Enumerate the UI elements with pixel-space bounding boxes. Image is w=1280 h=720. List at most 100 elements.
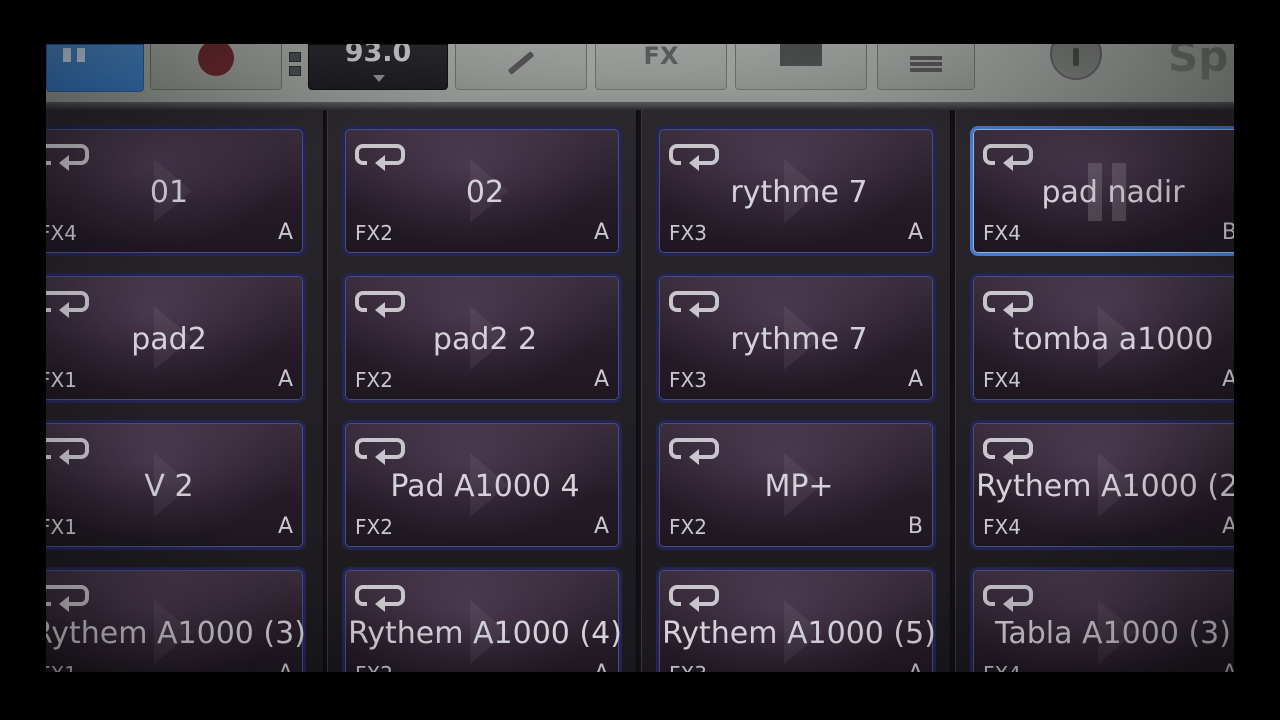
pad-name: 02: [465, 175, 505, 210]
pad-bank-label: A: [907, 220, 923, 245]
pad-name: Rythem A1000 (2): [976, 469, 1234, 504]
toolbar-divider: [46, 102, 1234, 110]
loop-icon: [46, 435, 91, 465]
loop-icon: [46, 582, 91, 612]
pad-name: Tabla A1000 (3): [995, 616, 1231, 651]
pad[interactable]: MP+ FX2 B: [656, 420, 936, 550]
pad[interactable]: rythme 7 FX3 A: [656, 273, 936, 403]
pad-bank-label: A: [1222, 661, 1234, 672]
pad-name: V 2: [144, 469, 194, 504]
loop-icon: [46, 288, 91, 318]
pad[interactable]: tomba a1000 FX4 A: [970, 273, 1234, 403]
pad-fx-label: FX3: [669, 221, 707, 245]
pad[interactable]: pad nadir FX4 B: [970, 126, 1234, 256]
pad-fx-label: FX3: [669, 662, 707, 672]
pad[interactable]: Rythem A1000 (5) FX3 A: [656, 567, 936, 672]
pad-name: Rythem A1000 (5): [662, 616, 936, 651]
pad-bank-label: A: [277, 367, 293, 392]
pad-grid: 01 FX4 A 02 FX2 Arythme 7 FX3 Apad nadir FX4 Bpad…: [46, 110, 1234, 672]
pad-bank-label: A: [593, 220, 609, 245]
stop-icon: [780, 44, 822, 66]
pad[interactable]: pad2 2 FX2 A: [342, 273, 622, 403]
pause-icon: [63, 48, 71, 62]
pad-bank-label: A: [1221, 514, 1234, 539]
view-toggle[interactable]: [289, 52, 301, 82]
pad-bank-label: A: [908, 661, 923, 672]
fx-button[interactable]: FX: [595, 44, 727, 90]
pad-bank-label: A: [277, 220, 293, 245]
pad-name: tomba a1000: [1012, 322, 1214, 357]
pad-name: rythme 7: [730, 175, 868, 210]
loop-icon: [669, 435, 721, 465]
pause-icon-bar: [77, 48, 85, 62]
pad-bank-label: A: [594, 661, 609, 672]
pad[interactable]: V 2 FX1 A: [46, 420, 306, 550]
loop-icon: [355, 288, 407, 318]
chevron-down-icon: [373, 75, 385, 82]
pad-bank-label: A: [278, 661, 293, 672]
info-button[interactable]: [1050, 44, 1102, 80]
pad-name: MP+: [764, 469, 834, 504]
tempo-control[interactable]: 93.0: [308, 44, 448, 90]
loop-icon: [355, 582, 407, 612]
pad[interactable]: rythme 7 FX3 A: [656, 126, 936, 256]
loop-icon: [355, 141, 407, 171]
toolbar: 93.0 FX Sp: [46, 44, 1234, 110]
pad-fx-label: FX2: [355, 515, 393, 539]
pad-name: Rythem A1000 (3): [46, 616, 306, 651]
info-icon: [1073, 48, 1079, 66]
loop-icon: [983, 435, 1035, 465]
pad[interactable]: Pad A1000 4 FX2 A: [342, 420, 622, 550]
loop-icon: [669, 582, 721, 612]
pad-bank-label: A: [593, 367, 609, 392]
pad[interactable]: Rythem A1000 (2) FX4 A: [970, 420, 1234, 550]
pad[interactable]: Tabla A1000 (3) FX4 A: [970, 567, 1234, 672]
pad-fx-label: FX4: [983, 662, 1021, 672]
pad-fx-label: FX2: [669, 515, 707, 539]
pad-name: pad2: [131, 322, 207, 357]
pad-fx-label: FX4: [983, 221, 1021, 245]
pad-fx-label: FX3: [669, 368, 707, 392]
pad-bank-label: A: [1221, 367, 1234, 392]
pad-name: Rythem A1000 (4): [348, 616, 622, 651]
pad-name: 01: [149, 175, 189, 210]
pad-fx-label: FX4: [46, 221, 77, 245]
loop-icon: [983, 288, 1035, 318]
pencil-icon: [507, 50, 535, 75]
pause-button[interactable]: [46, 44, 144, 92]
menu-button[interactable]: [877, 44, 975, 90]
pad-name: pad2 2: [432, 322, 538, 357]
pad-fx-label: FX2: [355, 662, 393, 672]
pad[interactable]: 02 FX2 A: [342, 126, 622, 256]
record-button[interactable]: [150, 44, 282, 90]
pad-name: pad nadir: [1041, 175, 1185, 210]
pad-fx-label: FX4: [983, 368, 1021, 392]
stop-button[interactable]: [735, 44, 867, 90]
loop-icon: [669, 141, 721, 171]
pad[interactable]: Rythem A1000 (3) FX1 A: [46, 567, 306, 672]
toggle-segment-icon: [289, 66, 301, 76]
pad-bank-label: B: [1221, 220, 1234, 245]
loop-icon: [669, 288, 721, 318]
loop-icon: [983, 582, 1035, 612]
loop-icon: [355, 435, 407, 465]
pad-name: rythme 7: [730, 322, 868, 357]
pad-fx-label: FX2: [355, 221, 393, 245]
pad-bank-label: A: [277, 514, 293, 539]
pad-name: Pad A1000 4: [390, 469, 580, 504]
pad[interactable]: 01 FX4 A: [46, 126, 306, 256]
pad-bank-label: A: [593, 514, 609, 539]
pad[interactable]: pad2 FX1 A: [46, 273, 306, 403]
menu-icon: [910, 55, 942, 72]
loop-icon: [983, 141, 1035, 171]
tempo-value: 93.0: [344, 44, 412, 68]
pad-fx-label: FX1: [46, 368, 77, 392]
edit-button[interactable]: [455, 44, 587, 90]
pad[interactable]: Rythem A1000 (4) FX2 A: [342, 567, 622, 672]
pad-bank-label: A: [907, 367, 923, 392]
pad-bank-label: B: [907, 514, 923, 539]
app-screen: 93.0 FX Sp 01 FX4 A 02 FX2 Arythme 7 FX3 Apad n…: [46, 44, 1234, 672]
record-icon: [198, 44, 234, 76]
brand-logo: Sp: [1168, 44, 1229, 81]
loop-icon: [46, 141, 91, 171]
